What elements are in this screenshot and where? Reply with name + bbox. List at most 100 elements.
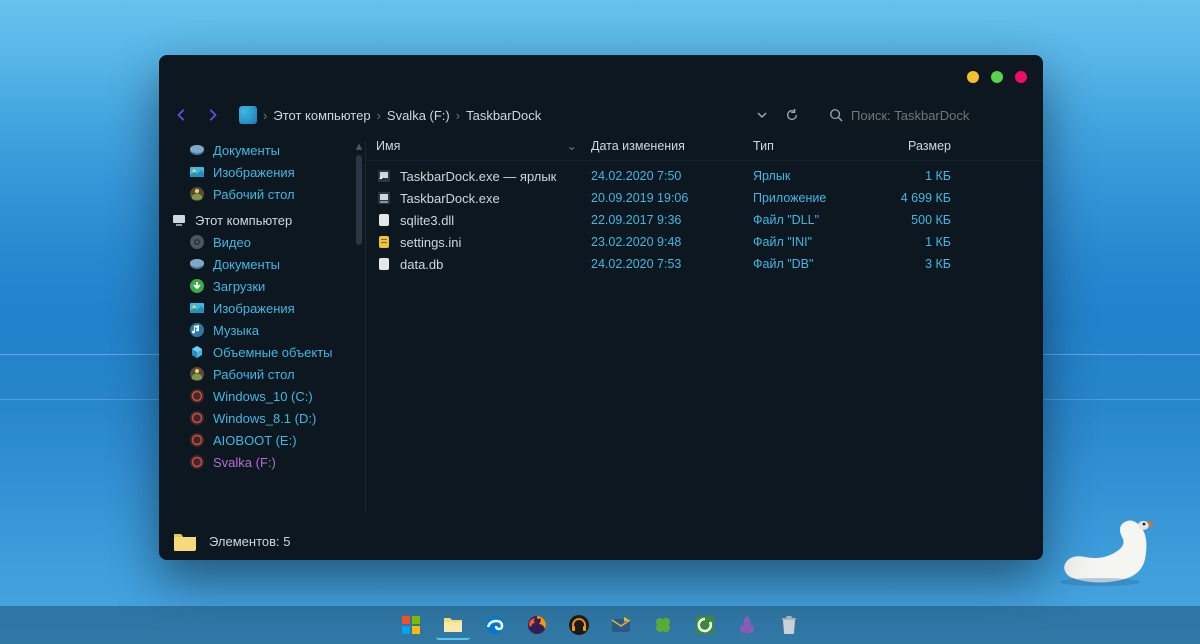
back-button[interactable] (171, 104, 193, 126)
file-name: settings.ini (400, 235, 461, 250)
explorer-window: › Этот компьютер › Svalka (F:) › Taskbar… (159, 55, 1043, 560)
column-type[interactable]: Тип (753, 139, 873, 153)
sidebar-item-label: Рабочий стол (213, 187, 295, 202)
file-name: TaskbarDock.exe — ярлык (400, 169, 556, 184)
sidebar-item[interactable]: Windows_10 (C:) (167, 385, 358, 407)
sidebar-item-label: Документы (213, 257, 280, 272)
taskbar-start-icon[interactable] (394, 610, 428, 640)
file-date: 20.09.2019 19:06 (591, 191, 753, 205)
column-size[interactable]: Размер (873, 139, 973, 153)
sidebar-this-pc[interactable]: Этот компьютер (167, 209, 358, 231)
sidebar-item-label: Загрузки (213, 279, 265, 294)
sidebar-item[interactable]: Рабочий стол (167, 183, 358, 205)
sidebar-item[interactable]: AIOBOOT (E:) (167, 429, 358, 451)
file-row[interactable]: TaskbarDock.exe — ярлык 24.02.2020 7:50Яр… (376, 165, 1043, 187)
search-box[interactable] (829, 108, 1031, 123)
sidebar-item-label: Рабочий стол (213, 367, 295, 382)
file-type: Приложение (753, 191, 873, 205)
sidebar-item-label: Изображения (213, 301, 295, 316)
sidebar-item-label: Музыка (213, 323, 259, 338)
desktop-icon (189, 186, 205, 202)
forward-button[interactable] (201, 104, 223, 126)
file-size: 500 КБ (873, 213, 973, 227)
sidebar-item-label: Windows_8.1 (D:) (213, 411, 316, 426)
sidebar-item[interactable]: Загрузки (167, 275, 358, 297)
images-icon (189, 164, 205, 180)
sidebar-item-label: Объемные объекты (213, 345, 333, 360)
file-row[interactable]: sqlite3.dll22.09.2017 9:36Файл "DLL"500 … (376, 209, 1043, 231)
drive-red-icon (189, 454, 205, 470)
file-type: Файл "DB" (753, 257, 873, 271)
taskbar-trash-icon[interactable] (772, 610, 806, 640)
file-type: Файл "DLL" (753, 213, 873, 227)
file-size: 1 КБ (873, 169, 973, 183)
search-input[interactable] (851, 108, 1031, 123)
file-row[interactable]: data.db24.02.2020 7:53Файл "DB"3 КБ (376, 253, 1043, 275)
scrollbar-thumb[interactable] (356, 155, 362, 245)
column-name[interactable]: Имя⌄ (376, 138, 591, 153)
file-row[interactable]: TaskbarDock.exe 20.09.2019 19:06Приложени… (376, 187, 1043, 209)
minimize-button[interactable] (967, 71, 979, 83)
file-type: Файл "INI" (753, 235, 873, 249)
docs-icon (189, 256, 205, 272)
sidebar-item[interactable]: Видео (167, 231, 358, 253)
column-headers: Имя⌄ Дата изменения Тип Размер (366, 131, 1043, 161)
file-name: sqlite3.dll (400, 213, 454, 228)
refresh-button[interactable] (781, 104, 803, 126)
sidebar-item-label: Документы (213, 143, 280, 158)
file-type: Ярлык (753, 169, 873, 183)
sidebar-item[interactable]: Документы (167, 139, 358, 161)
video-icon (189, 234, 205, 250)
folder-icon (171, 529, 199, 553)
taskbar-edge-icon[interactable] (478, 610, 512, 640)
breadcrumb: › Этот компьютер › Svalka (F:) › Taskbar… (239, 106, 541, 124)
sidebar-item-label: Svalka (F:) (213, 455, 276, 470)
main-area: Документы Изображения Рабочий стол Этот ко… (159, 131, 1043, 522)
breadcrumb-drive[interactable]: Svalka (F:) (387, 108, 450, 123)
sidebar-item[interactable]: Объемные объекты (167, 341, 358, 363)
taskbar-firefox-icon[interactable] (520, 610, 554, 640)
taskbar-lightshot-icon[interactable] (730, 610, 764, 640)
file-date: 23.02.2020 9:48 (591, 235, 753, 249)
breadcrumb-separator: › (456, 108, 460, 123)
search-icon (829, 108, 843, 122)
sidebar-item[interactable]: Svalka (F:) (167, 451, 358, 473)
sidebar-item-label: Видео (213, 235, 251, 250)
sidebar-scrollbar[interactable]: ▴ (356, 141, 362, 512)
taskbar-explorer-icon[interactable] (436, 610, 470, 640)
history-dropdown[interactable] (751, 104, 773, 126)
maximize-button[interactable] (991, 71, 1003, 83)
file-row[interactable]: settings.ini23.02.2020 9:48Файл "INI"1 К… (376, 231, 1043, 253)
breadcrumb-root[interactable]: Этот компьютер (273, 108, 370, 123)
sort-indicator-icon: ⌄ (567, 138, 577, 153)
taskbar-headphones-icon[interactable] (562, 610, 596, 640)
file-date: 24.02.2020 7:50 (591, 169, 753, 183)
breadcrumb-folder[interactable]: TaskbarDock (466, 108, 541, 123)
taskbar-thunderbird-icon[interactable] (604, 610, 638, 640)
close-button[interactable] (1015, 71, 1027, 83)
docs-icon (189, 142, 205, 158)
file-icon (376, 190, 392, 206)
downloads-icon (189, 278, 205, 294)
drive-red-icon (189, 432, 205, 448)
taskbar-clover-icon[interactable] (646, 610, 680, 640)
sidebar-item[interactable]: Музыка (167, 319, 358, 341)
file-icon (376, 256, 392, 272)
sidebar: Документы Изображения Рабочий стол Этот ко… (159, 131, 366, 522)
pc-icon (171, 212, 187, 228)
sidebar-item[interactable]: Документы (167, 253, 358, 275)
taskbar-camtasia-icon[interactable] (688, 610, 722, 640)
images-icon (189, 300, 205, 316)
file-icon (376, 234, 392, 250)
music-icon (189, 322, 205, 338)
scroll-up-icon[interactable]: ▴ (356, 141, 362, 151)
sidebar-item[interactable]: Изображения (167, 161, 358, 183)
sidebar-item[interactable]: Windows_8.1 (D:) (167, 407, 358, 429)
sidebar-item[interactable]: Изображения (167, 297, 358, 319)
file-size: 4 699 КБ (873, 191, 973, 205)
sidebar-item[interactable]: Рабочий стол (167, 363, 358, 385)
file-name: TaskbarDock.exe (400, 191, 500, 206)
sidebar-item-label: Изображения (213, 165, 295, 180)
sidebar-item-label: Windows_10 (C:) (213, 389, 313, 404)
column-date[interactable]: Дата изменения (591, 139, 753, 153)
